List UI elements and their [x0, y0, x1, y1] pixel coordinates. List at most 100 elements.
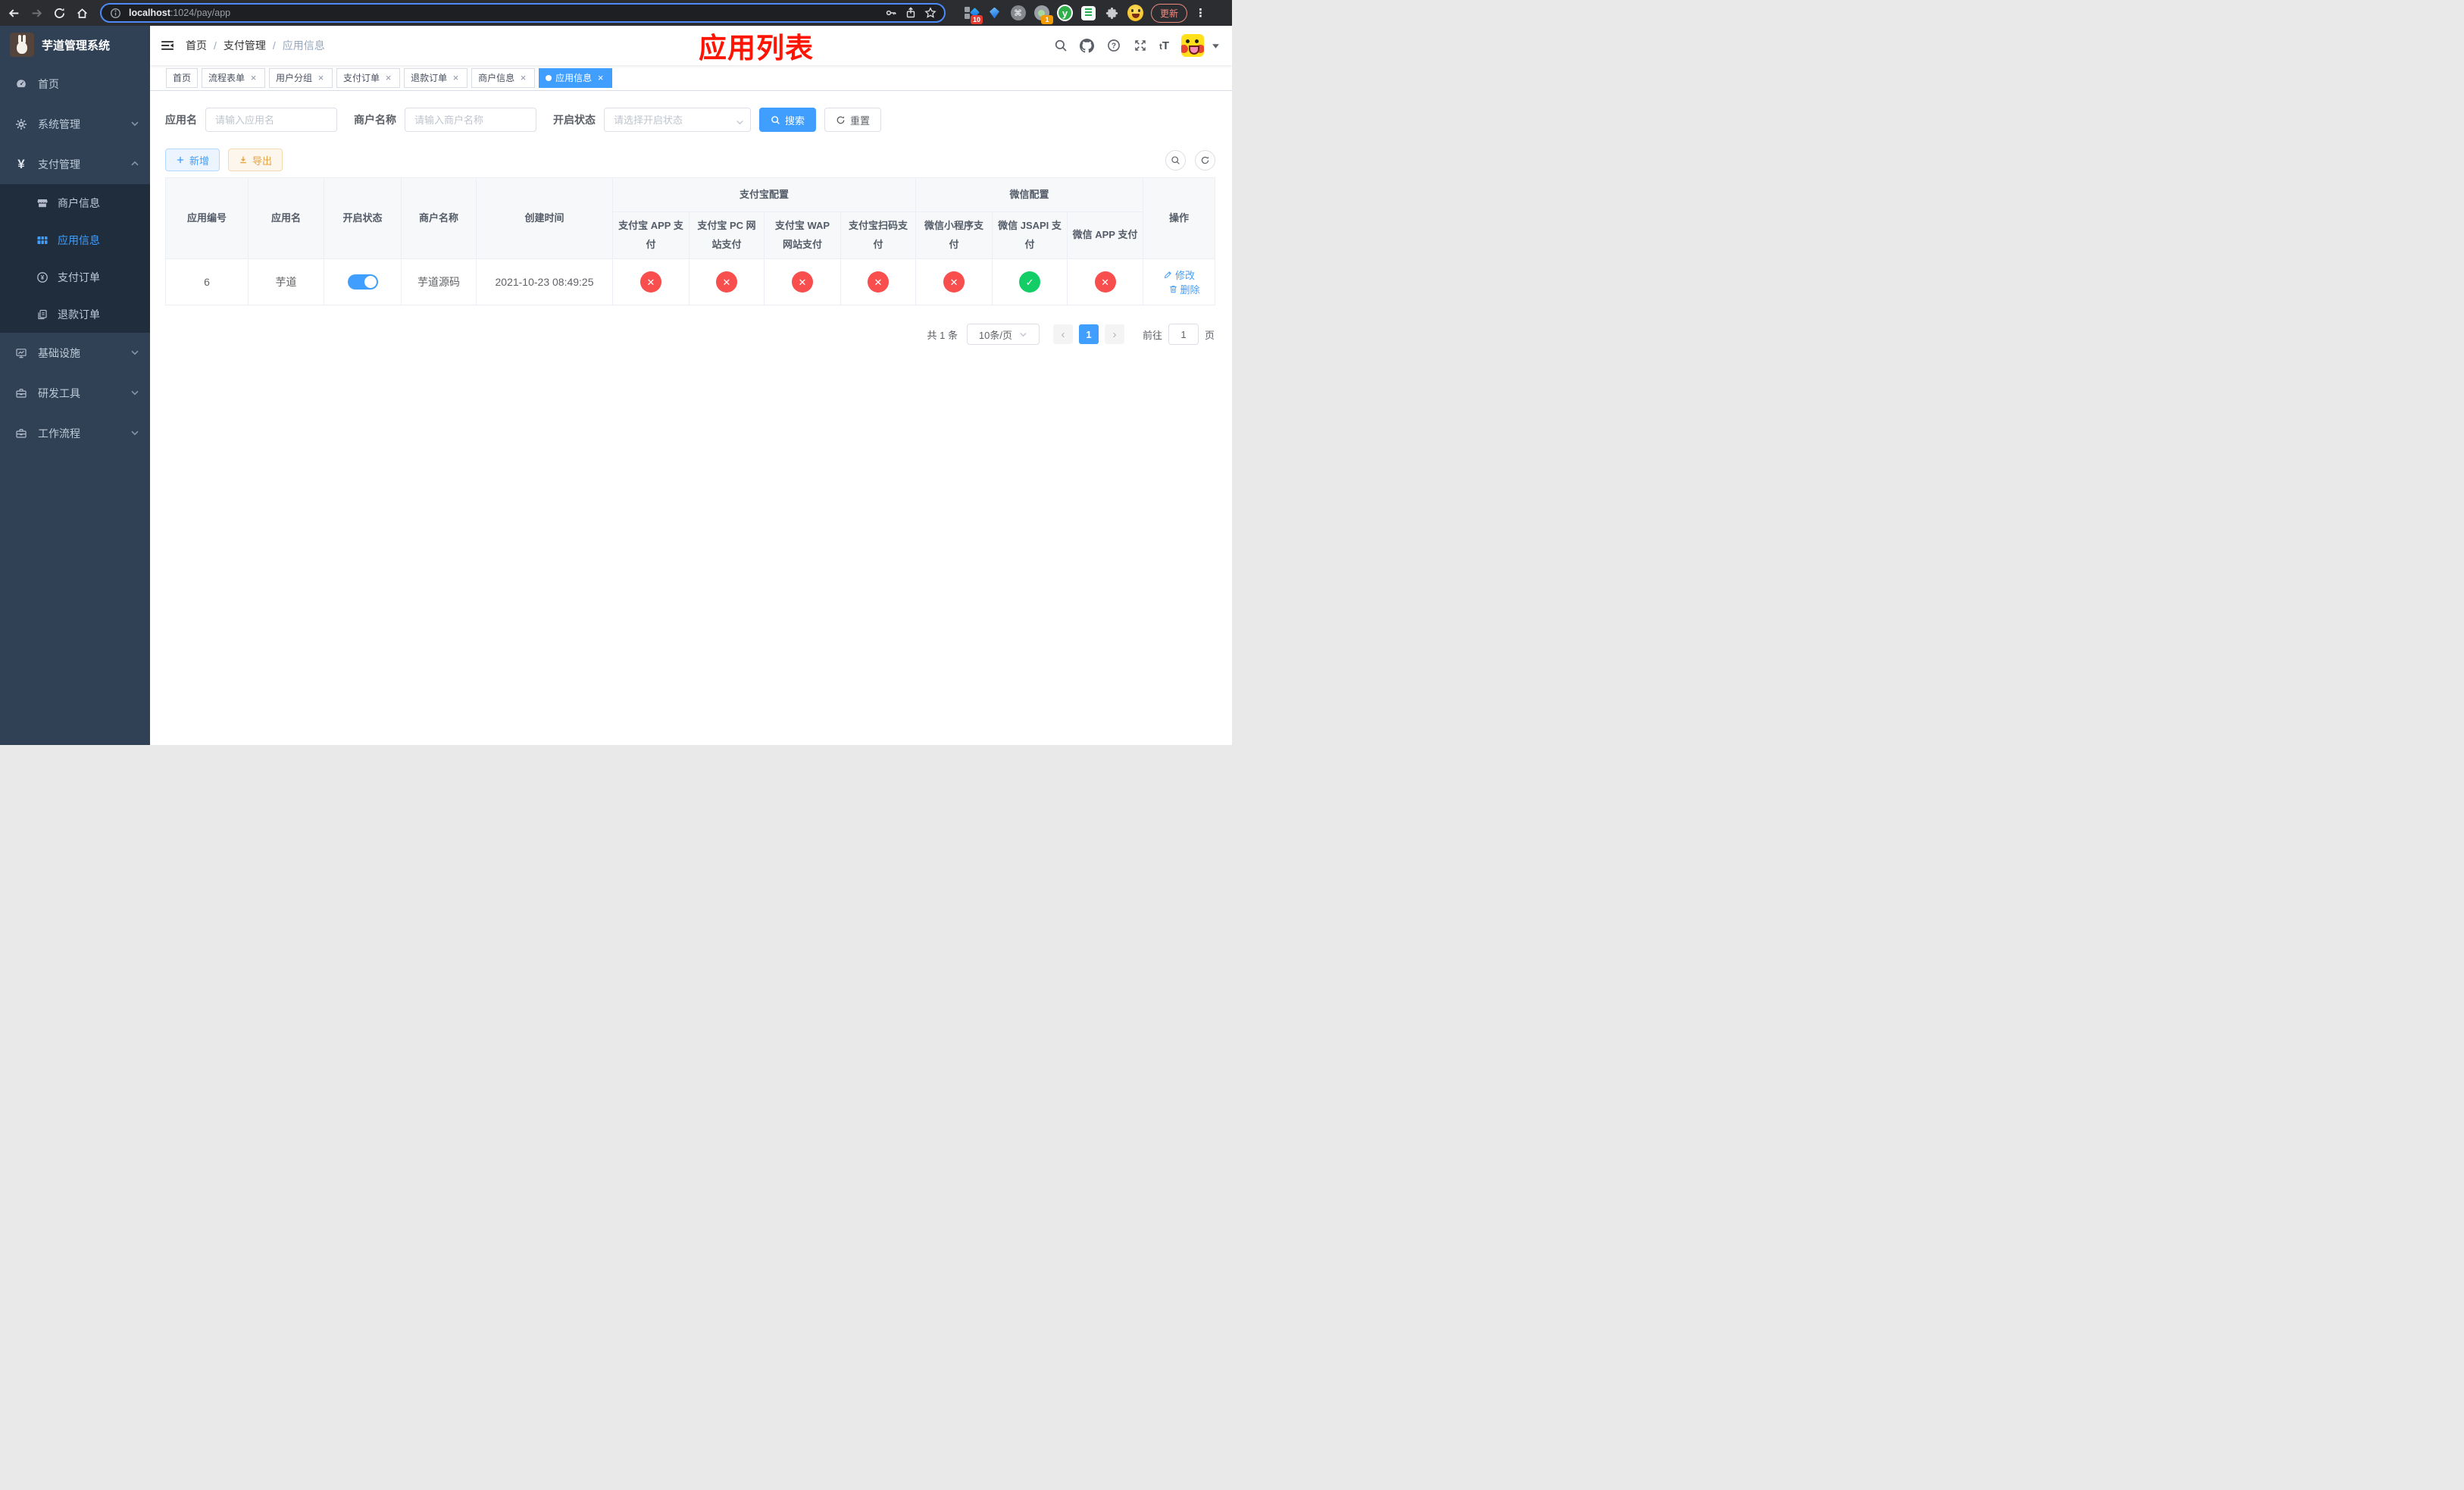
page-title-annotation: 应用列表: [699, 33, 814, 64]
tag-refund-order[interactable]: 退款订单 ×: [404, 67, 468, 88]
extension-y-icon[interactable]: y: [1057, 5, 1073, 21]
sidebar-item-infra[interactable]: 基础设施: [0, 333, 150, 373]
sidebar-logo[interactable]: 芋道管理系统: [0, 26, 150, 64]
next-page-button[interactable]: ›: [1104, 324, 1124, 344]
extension-command-icon[interactable]: ⌘: [1010, 5, 1026, 21]
sidebar-item-label: 商户信息: [58, 196, 100, 209]
goto-page-input[interactable]: [1168, 324, 1199, 345]
group-header-wechat: 微信配置: [915, 177, 1144, 212]
sidebar-item-label: 工作流程: [38, 427, 80, 440]
reset-button[interactable]: 重置: [824, 108, 882, 132]
sidebar-submenu-pay: 商户信息 应用信息 ¥ 支付订单 退款订单: [0, 184, 150, 333]
extension-blocks-icon[interactable]: 10: [963, 5, 983, 24]
table-tools: [1165, 149, 1215, 171]
current-page-button[interactable]: 1: [1078, 324, 1099, 344]
password-key-icon[interactable]: [884, 7, 897, 20]
url-host: localhost: [129, 8, 170, 18]
breadcrumb-pay[interactable]: 支付管理: [224, 38, 266, 53]
tab-close-icon[interactable]: ×: [383, 73, 393, 83]
extensions-puzzle-icon[interactable]: [1104, 5, 1120, 21]
extension-gem-icon[interactable]: [987, 5, 1002, 21]
browser-home-icon[interactable]: [76, 7, 89, 20]
font-size-icon[interactable]: tT: [1159, 40, 1169, 52]
page-size-select[interactable]: 10条/页: [966, 324, 1040, 345]
sidebar-item-label: 基础设施: [38, 346, 80, 359]
col-header-alipay-pc: 支付宝 PC 网站支付: [689, 211, 765, 259]
alipay-pc-status-icon: ✕: [716, 271, 737, 293]
tag-process-form[interactable]: 流程表单 ×: [202, 67, 266, 88]
total-count: 共 1 条: [927, 329, 958, 341]
prev-page-button[interactable]: ‹: [1052, 324, 1073, 344]
extension-sheet-icon[interactable]: [1080, 5, 1096, 21]
url-bar[interactable]: localhost:1024/pay/app: [100, 3, 946, 23]
tab-close-icon[interactable]: ×: [249, 73, 258, 83]
search-icon[interactable]: [1053, 39, 1068, 53]
tag-home[interactable]: 首页: [166, 67, 199, 88]
app-name-input[interactable]: [205, 108, 337, 132]
share-icon[interactable]: [904, 7, 917, 20]
refund-docs-icon: [36, 308, 48, 321]
extension-recorder-icon[interactable]: 1: [1033, 5, 1053, 24]
tag-pay-order[interactable]: 支付订单 ×: [336, 67, 401, 88]
tag-merchant-info[interactable]: 商户信息 ×: [471, 67, 536, 88]
tab-close-icon[interactable]: ×: [451, 73, 461, 83]
edit-link[interactable]: 修改: [1163, 268, 1195, 282]
sidebar-item-pay-order[interactable]: ¥ 支付订单: [0, 258, 150, 296]
site-info-icon[interactable]: [109, 7, 122, 20]
user-avatar[interactable]: [1181, 34, 1204, 57]
sidebar-item-label: 首页: [38, 77, 59, 90]
bookmark-star-icon[interactable]: [924, 7, 937, 20]
browser-forward-icon[interactable]: [30, 7, 43, 20]
toolbox-icon: [15, 427, 27, 440]
col-header-merchant: 商户名称: [401, 177, 477, 259]
sidebar-item-workflow[interactable]: 工作流程: [0, 413, 150, 453]
export-button[interactable]: 导出: [228, 149, 283, 171]
col-header-created: 创建时间: [476, 177, 613, 259]
browser-update-button[interactable]: 更新: [1151, 3, 1188, 23]
sidebar-item-refund-order[interactable]: 退款订单: [0, 296, 150, 333]
tag-user-group[interactable]: 用户分组 ×: [269, 67, 333, 88]
delete-link[interactable]: 删除: [1168, 282, 1200, 296]
add-button[interactable]: 新增: [165, 149, 220, 171]
status-select[interactable]: [604, 108, 751, 132]
extension-badge: 1: [1041, 14, 1053, 24]
merchant-name-input[interactable]: [405, 108, 536, 132]
tag-app-info[interactable]: 应用信息 ×: [539, 67, 613, 88]
browser-profile-avatar[interactable]: [1127, 5, 1143, 21]
dashboard-icon: [15, 78, 27, 90]
breadcrumb-home[interactable]: 首页: [186, 38, 207, 53]
shop-icon: [36, 197, 48, 209]
sidebar-item-merchant-info[interactable]: 商户信息: [0, 184, 150, 221]
tab-close-icon[interactable]: ×: [596, 73, 605, 83]
sidebar-item-app-info[interactable]: 应用信息: [0, 221, 150, 258]
tab-close-icon[interactable]: ×: [518, 73, 528, 83]
help-icon[interactable]: ?: [1106, 39, 1121, 53]
toggle-search-button[interactable]: [1165, 149, 1186, 171]
tab-close-icon[interactable]: ×: [316, 73, 326, 83]
browser-reload-icon[interactable]: [53, 7, 66, 20]
main-area: 首页 / 支付管理 / 应用信息 应用列表 ? tT 首页 流程表单 × 用户分…: [150, 26, 1232, 745]
page-unit-label: 页: [1204, 329, 1215, 341]
sidebar-item-devtools[interactable]: 研发工具: [0, 373, 150, 413]
extension-badge: 10: [971, 14, 983, 24]
wx-app-status-icon: ✕: [1094, 271, 1116, 293]
sidebar-item-label: 研发工具: [38, 387, 80, 399]
sidebar-item-system[interactable]: 系统管理: [0, 104, 150, 144]
avatar-caret-icon[interactable]: [1212, 42, 1220, 50]
status-toggle[interactable]: [347, 274, 378, 290]
sidebar-item-pay[interactable]: ¥ 支付管理: [0, 144, 150, 184]
browser-menu-icon[interactable]: ⋮: [1195, 8, 1206, 19]
search-button[interactable]: 搜索: [759, 108, 817, 132]
sidebar-fold-icon[interactable]: [161, 39, 174, 52]
fullscreen-icon[interactable]: [1133, 39, 1147, 53]
group-header-alipay: 支付宝配置: [611, 177, 917, 212]
table-row: 6 芋道 芋道源码 2021-10-23 08:49:25 ✕ ✕ ✕ ✕ ✕ …: [165, 258, 1216, 305]
chevron-down-icon: [130, 387, 139, 399]
sidebar: 芋道管理系统 首页 系统管理 ¥ 支付管理 商户信息 应用信息 ¥ 支付订单 退…: [0, 26, 150, 745]
refresh-button[interactable]: [1195, 149, 1215, 171]
browser-back-icon[interactable]: [8, 7, 20, 20]
github-icon[interactable]: [1080, 38, 1095, 53]
url-text[interactable]: localhost:1024/pay/app: [129, 8, 877, 18]
goto-label: 前往: [1142, 329, 1162, 341]
sidebar-item-home[interactable]: 首页: [0, 64, 150, 104]
